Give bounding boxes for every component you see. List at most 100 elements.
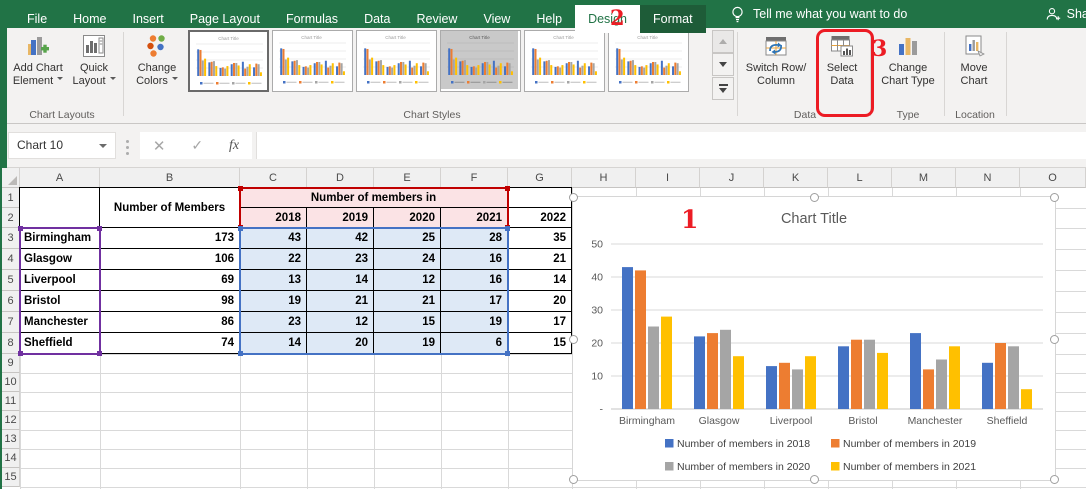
chart-resize-handle[interactable] [569,475,578,484]
chart-resize-handle[interactable] [569,335,578,344]
cell-value[interactable]: 15 [508,333,572,354]
legend-swatch[interactable] [665,462,674,471]
quick-layout-button[interactable]: Quick Layout [70,31,118,88]
chart-bar[interactable] [720,329,731,409]
tab-design[interactable]: Design [575,5,640,33]
row-header-9[interactable]: 9 [2,354,20,373]
tab-file[interactable]: File [14,5,60,33]
column-header-K[interactable]: K [764,168,828,188]
chart-style-thumbnail-5[interactable]: Chart Title [524,30,605,92]
legend-swatch[interactable] [831,439,840,448]
tab-data[interactable]: Data [351,5,403,33]
column-header-G[interactable]: G [508,168,572,188]
cell-total[interactable]: 74 [100,333,240,354]
gallery-scroll-up-button[interactable] [712,30,734,53]
chart-bar[interactable] [805,356,816,409]
tab-home[interactable]: Home [60,5,119,33]
chart-bar[interactable] [936,359,947,410]
name-box-dropdown-icon[interactable] [99,144,107,152]
cell-value[interactable]: 14 [508,270,572,291]
chart-resize-handle[interactable] [1050,193,1059,202]
chart-style-thumbnail-3[interactable]: Chart Title [356,30,437,92]
row-header-12[interactable]: 12 [2,411,20,430]
chart-series-range-box[interactable] [238,186,510,230]
formula-bar-splitter[interactable] [126,137,129,158]
chart-bar[interactable] [661,316,672,409]
row-header-2[interactable]: 2 [2,208,20,228]
chart-bar[interactable] [851,339,862,409]
tab-formulas[interactable]: Formulas [273,5,351,33]
chart-category-range-box[interactable] [18,226,102,356]
column-header-I[interactable]: I [636,168,700,188]
row-header-13[interactable]: 13 [2,430,20,449]
column-header-N[interactable]: N [956,168,1020,188]
chart-style-thumbnail-1[interactable]: Chart Title [188,30,269,92]
row-header-7[interactable]: 7 [2,312,20,333]
chart-bar[interactable] [949,346,960,409]
select-all-corner[interactable] [2,168,20,188]
cell-g1[interactable] [508,188,572,208]
chart-bar[interactable] [733,356,744,409]
row-header-3[interactable]: 3 [2,228,20,249]
column-header-C[interactable]: C [240,168,307,188]
legend-label[interactable]: Number of members in 2019 [843,438,976,450]
chart-resize-handle[interactable] [1050,475,1059,484]
cell-value[interactable]: 20 [508,291,572,312]
legend-swatch[interactable] [665,439,674,448]
gallery-more-button[interactable] [712,77,734,100]
tab-format[interactable]: Format [639,5,706,33]
chart-bar[interactable] [707,333,718,409]
chart-resize-handle[interactable] [810,193,819,202]
chart-bar[interactable] [838,346,849,409]
cell-total[interactable]: 173 [100,228,240,249]
row-header-1[interactable]: 1 [2,188,20,208]
tab-page-layout[interactable]: Page Layout [177,5,273,33]
chart-bar[interactable] [1021,389,1032,409]
cell-total[interactable]: 69 [100,270,240,291]
tab-help[interactable]: Help [523,5,575,33]
row-header-11[interactable]: 11 [2,392,20,411]
chart-resize-handle[interactable] [1050,335,1059,344]
column-header-O[interactable]: O [1020,168,1086,188]
chart-plot[interactable]: - 10 20 30 40 50 Birmingham Glasgow Liverpool Bri… [573,197,1055,480]
cell-total[interactable]: 86 [100,312,240,333]
cell-year-2022[interactable]: 2022 [508,208,572,228]
tab-insert[interactable]: Insert [120,5,177,33]
chart-bar[interactable] [877,352,888,409]
move-chart-button[interactable]: Move Chart [948,31,1000,88]
sheet-grid[interactable]: A B C D E F G H I J K L M N O 1 2 3 4 5 6 7 8 9 10 11 12 13 14 15 Num… [0,168,1086,489]
cell-total[interactable]: 98 [100,291,240,312]
embedded-chart[interactable]: Chart Title -10 20 30 40 50 Birmingham Glasgow… [569,193,1059,484]
column-header-D[interactable]: D [307,168,374,188]
row-header-10[interactable]: 10 [2,373,20,392]
chart-bar[interactable] [910,333,921,409]
chart-style-thumbnail-6[interactable]: Chart Title [608,30,689,92]
column-header-A[interactable]: A [20,168,100,188]
tab-view[interactable]: View [470,5,523,33]
chart-bar[interactable] [982,362,993,409]
tell-me-box[interactable]: Tell me what you want to do [730,0,907,28]
tab-review[interactable]: Review [403,5,470,33]
chart-values-range-box[interactable] [238,226,510,356]
chart-bar[interactable] [766,366,777,409]
chart-bar[interactable] [1008,346,1019,409]
column-header-E[interactable]: E [374,168,441,188]
column-header-F[interactable]: F [441,168,508,188]
chart-style-thumbnail-2[interactable]: Chart Title [272,30,353,92]
chart-bar[interactable] [635,270,646,409]
legend-label[interactable]: Number of members in 2021 [843,461,976,473]
formula-input[interactable] [256,132,1086,159]
cell-value[interactable]: 21 [508,249,572,270]
row-header-4[interactable]: 4 [2,249,20,270]
cell-b1-number-of-members[interactable]: Number of Members [100,188,240,228]
share-button[interactable]: Share [1045,0,1086,28]
cell-value[interactable]: 35 [508,228,572,249]
cancel-icon[interactable]: ✕ [153,137,166,155]
chart-bar[interactable] [694,336,705,409]
chart-bar[interactable] [779,362,790,409]
chart-bar[interactable] [923,369,934,409]
change-colors-button[interactable]: Change Colors [132,31,182,88]
column-header-M[interactable]: M [892,168,956,188]
row-header-14[interactable]: 14 [2,449,20,468]
row-header-15[interactable]: 15 [2,468,20,487]
